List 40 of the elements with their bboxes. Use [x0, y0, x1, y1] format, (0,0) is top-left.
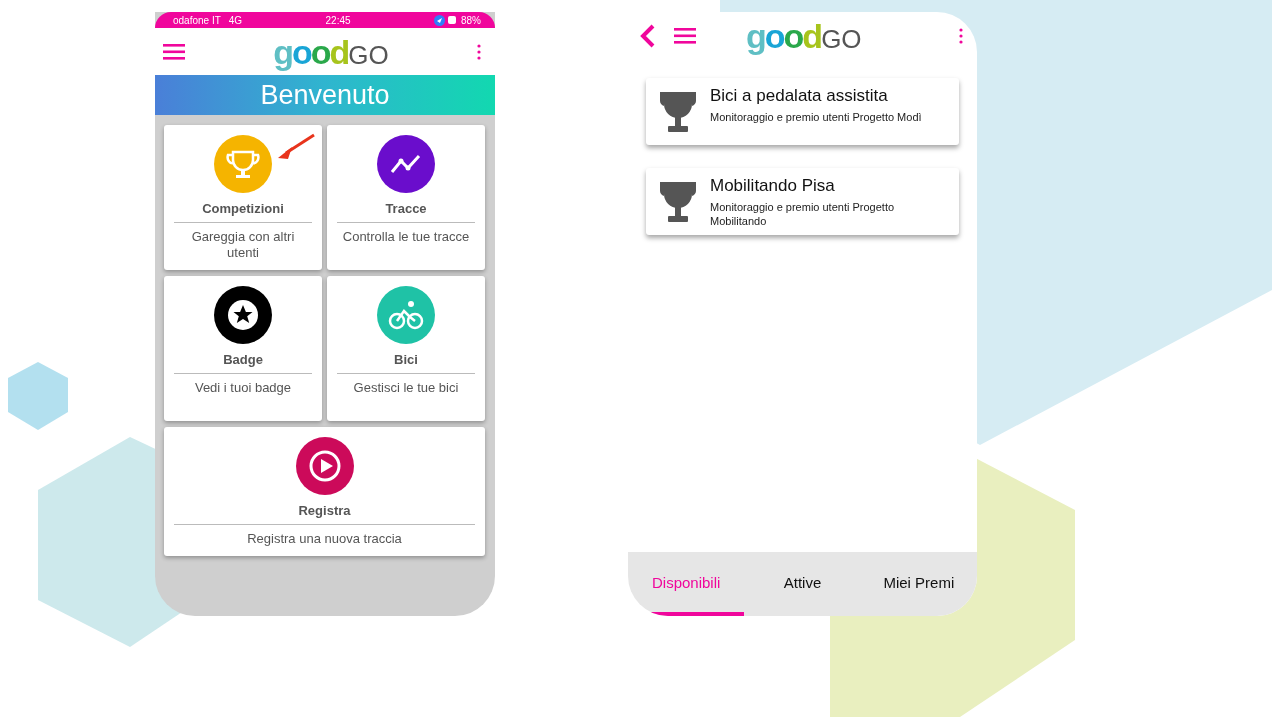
menu-icon[interactable] — [674, 25, 696, 47]
battery-percent: 88% — [460, 13, 481, 28]
app-logo: goodGO — [746, 19, 862, 53]
network-type: 4G — [228, 13, 243, 28]
bicycle-icon — [377, 286, 435, 344]
menu-tile[interactable]: Registra Registra una nuova traccia — [164, 427, 485, 556]
menu-tile[interactable]: Bici Gestisci le tue bici — [327, 276, 485, 421]
menu-tile[interactable]: Tracce Controlla le tue tracce — [327, 125, 485, 270]
competition-title: Bici a pedalata assistita — [710, 86, 889, 107]
tile-title: Badge — [174, 350, 312, 374]
location-icon — [433, 14, 445, 26]
competition-description: Monitoraggio e premio utenti Progetto Modì — [710, 111, 922, 126]
tile-subtitle: Controlla le tue tracce — [342, 228, 470, 245]
carrier-name: odafone IT — [173, 13, 221, 28]
tab[interactable]: Attive — [744, 552, 861, 616]
play-icon — [295, 437, 354, 495]
menu-tile[interactable]: Badge Vedi i tuoi badge — [164, 276, 322, 421]
more-icon[interactable] — [477, 42, 481, 61]
tab[interactable]: Miei Premi — [860, 552, 977, 616]
tile-title: Competizioni — [174, 199, 312, 223]
tile-title: Registra — [174, 501, 475, 525]
tile-subtitle: Registra una nuova traccia — [247, 530, 402, 547]
back-icon[interactable] — [640, 24, 656, 48]
tile-subtitle: Gareggia con altri utenti — [190, 228, 296, 261]
tile-subtitle: Gestisci le tue bici — [353, 379, 459, 396]
trophy-icon — [214, 135, 272, 193]
trophy-icon — [660, 90, 696, 132]
tile-subtitle: Vedi i tuoi badge — [194, 379, 292, 396]
tile-title: Bici — [337, 350, 475, 374]
competition-title: Mobilitando Pisa — [710, 176, 836, 197]
trophy-icon — [660, 180, 696, 222]
welcome-banner: Benvenuto — [155, 75, 495, 115]
menu-tile[interactable]: Competizioni Gareggia con altri utenti — [164, 125, 322, 270]
tile-title: Tracce — [337, 199, 475, 223]
more-icon[interactable] — [959, 27, 963, 45]
competition-card[interactable]: Bici a pedalata assistita Monitoraggio e premio utenti Progetto Modì — [646, 78, 959, 145]
competition-description: Monitoraggio e premio utenti Progetto Mobilitando — [710, 201, 896, 229]
competition-card[interactable]: Mobilitando Pisa Monitoraggio e premio utenti Progetto Mobilitando — [646, 168, 959, 235]
app-logo: goodGO — [273, 34, 389, 69]
clock: 22:45 — [325, 13, 351, 28]
